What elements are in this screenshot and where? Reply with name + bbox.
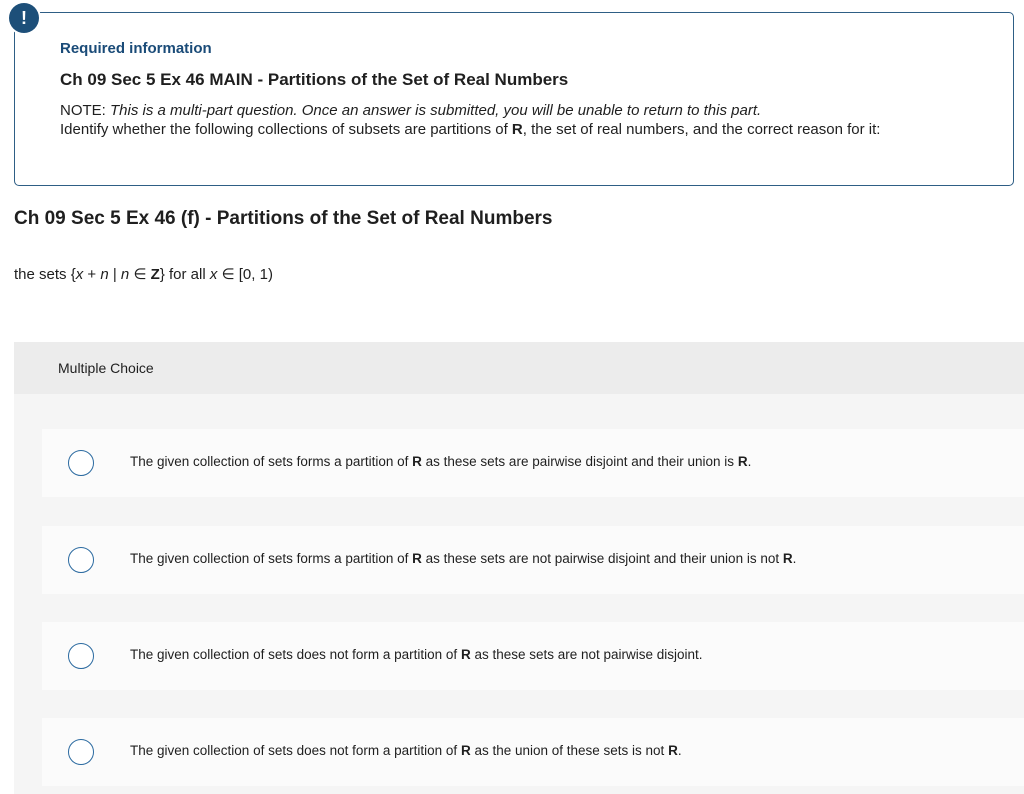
answer-option-3[interactable]: The given collection of sets does not fo… [42, 622, 1024, 690]
multiple-choice-header: Multiple Choice [14, 342, 1024, 394]
instruction-post: , the set of real numbers, and the corre… [522, 121, 881, 138]
option-text-part: The given collection of sets forms a par… [130, 551, 413, 566]
option-bold-r: R [737, 454, 748, 469]
option-text: The given collection of sets does not fo… [130, 647, 703, 662]
question-stem: the sets {x + n | n ∈ Z} for all x ∈ [0,… [14, 265, 273, 283]
stem-set-z: Z [150, 266, 160, 283]
stem-part: + [83, 266, 101, 283]
question-title: Ch 09 Sec 5 Ex 46 (f) - Partitions of th… [14, 208, 553, 229]
option-text-part: as the union of these sets is not [470, 743, 669, 758]
option-bold-r: R [412, 551, 422, 566]
answer-option-2[interactable]: The given collection of sets forms a par… [42, 526, 1024, 594]
option-text-part: . [677, 743, 682, 758]
option-text: The given collection of sets does not fo… [130, 743, 682, 758]
stem-part: } for all [159, 266, 210, 283]
option-bold-r: R [668, 743, 678, 758]
option-text-part: The given collection of sets does not fo… [130, 743, 461, 758]
option-text-part: as these sets are not pairwise disjoint. [470, 647, 703, 662]
option-bold-r: R [412, 454, 422, 469]
multiple-choice-panel: Multiple Choice The given collection of … [14, 342, 1024, 794]
option-bold-r: R [460, 743, 471, 758]
option-text-part: as these sets are pairwise disjoint and … [421, 454, 738, 469]
option-text-part: . [792, 551, 797, 566]
option-text-part: The given collection of sets forms a par… [130, 454, 413, 469]
option-text-part: . [747, 454, 752, 469]
radio-button[interactable] [68, 547, 94, 573]
radio-button[interactable] [68, 450, 94, 476]
answer-option-1[interactable]: The given collection of sets forms a par… [42, 429, 1024, 497]
multiple-choice-label: Multiple Choice [58, 360, 154, 376]
option-text-part: The given collection of sets does not fo… [130, 647, 461, 662]
required-info-label: Required information [60, 40, 212, 57]
note-italic: This is a multi-part question. Once an a… [110, 102, 762, 119]
required-info-box: Required information Ch 09 Sec 5 Ex 46 M… [14, 12, 1014, 186]
main-question-title: Ch 09 Sec 5 Ex 46 MAIN - Partitions of t… [60, 70, 569, 89]
option-text-part: as these sets are not pairwise disjoint … [421, 551, 783, 566]
answer-option-4[interactable]: The given collection of sets does not fo… [42, 718, 1024, 786]
instruction-pre: Identify whether the following collectio… [60, 121, 512, 138]
stem-var-n: n [120, 266, 130, 283]
radio-button[interactable] [68, 643, 94, 669]
option-text: The given collection of sets forms a par… [130, 454, 751, 469]
note-prefix: NOTE: [60, 102, 111, 119]
stem-part: the sets { [14, 266, 76, 283]
option-bold-r: R [460, 647, 471, 662]
stem-part: ∈ [129, 266, 151, 283]
option-text: The given collection of sets forms a par… [130, 551, 796, 566]
stem-part: | [108, 266, 121, 283]
stem-var-n: n [100, 266, 109, 283]
radio-button[interactable] [68, 739, 94, 765]
alert-icon: ! [9, 3, 39, 33]
option-bold-r: R [782, 551, 793, 566]
note-text: NOTE: This is a multi-part question. Onc… [60, 101, 985, 139]
stem-part: ∈ [0, 1) [217, 266, 273, 283]
instruction-bold-r: R [511, 121, 523, 138]
